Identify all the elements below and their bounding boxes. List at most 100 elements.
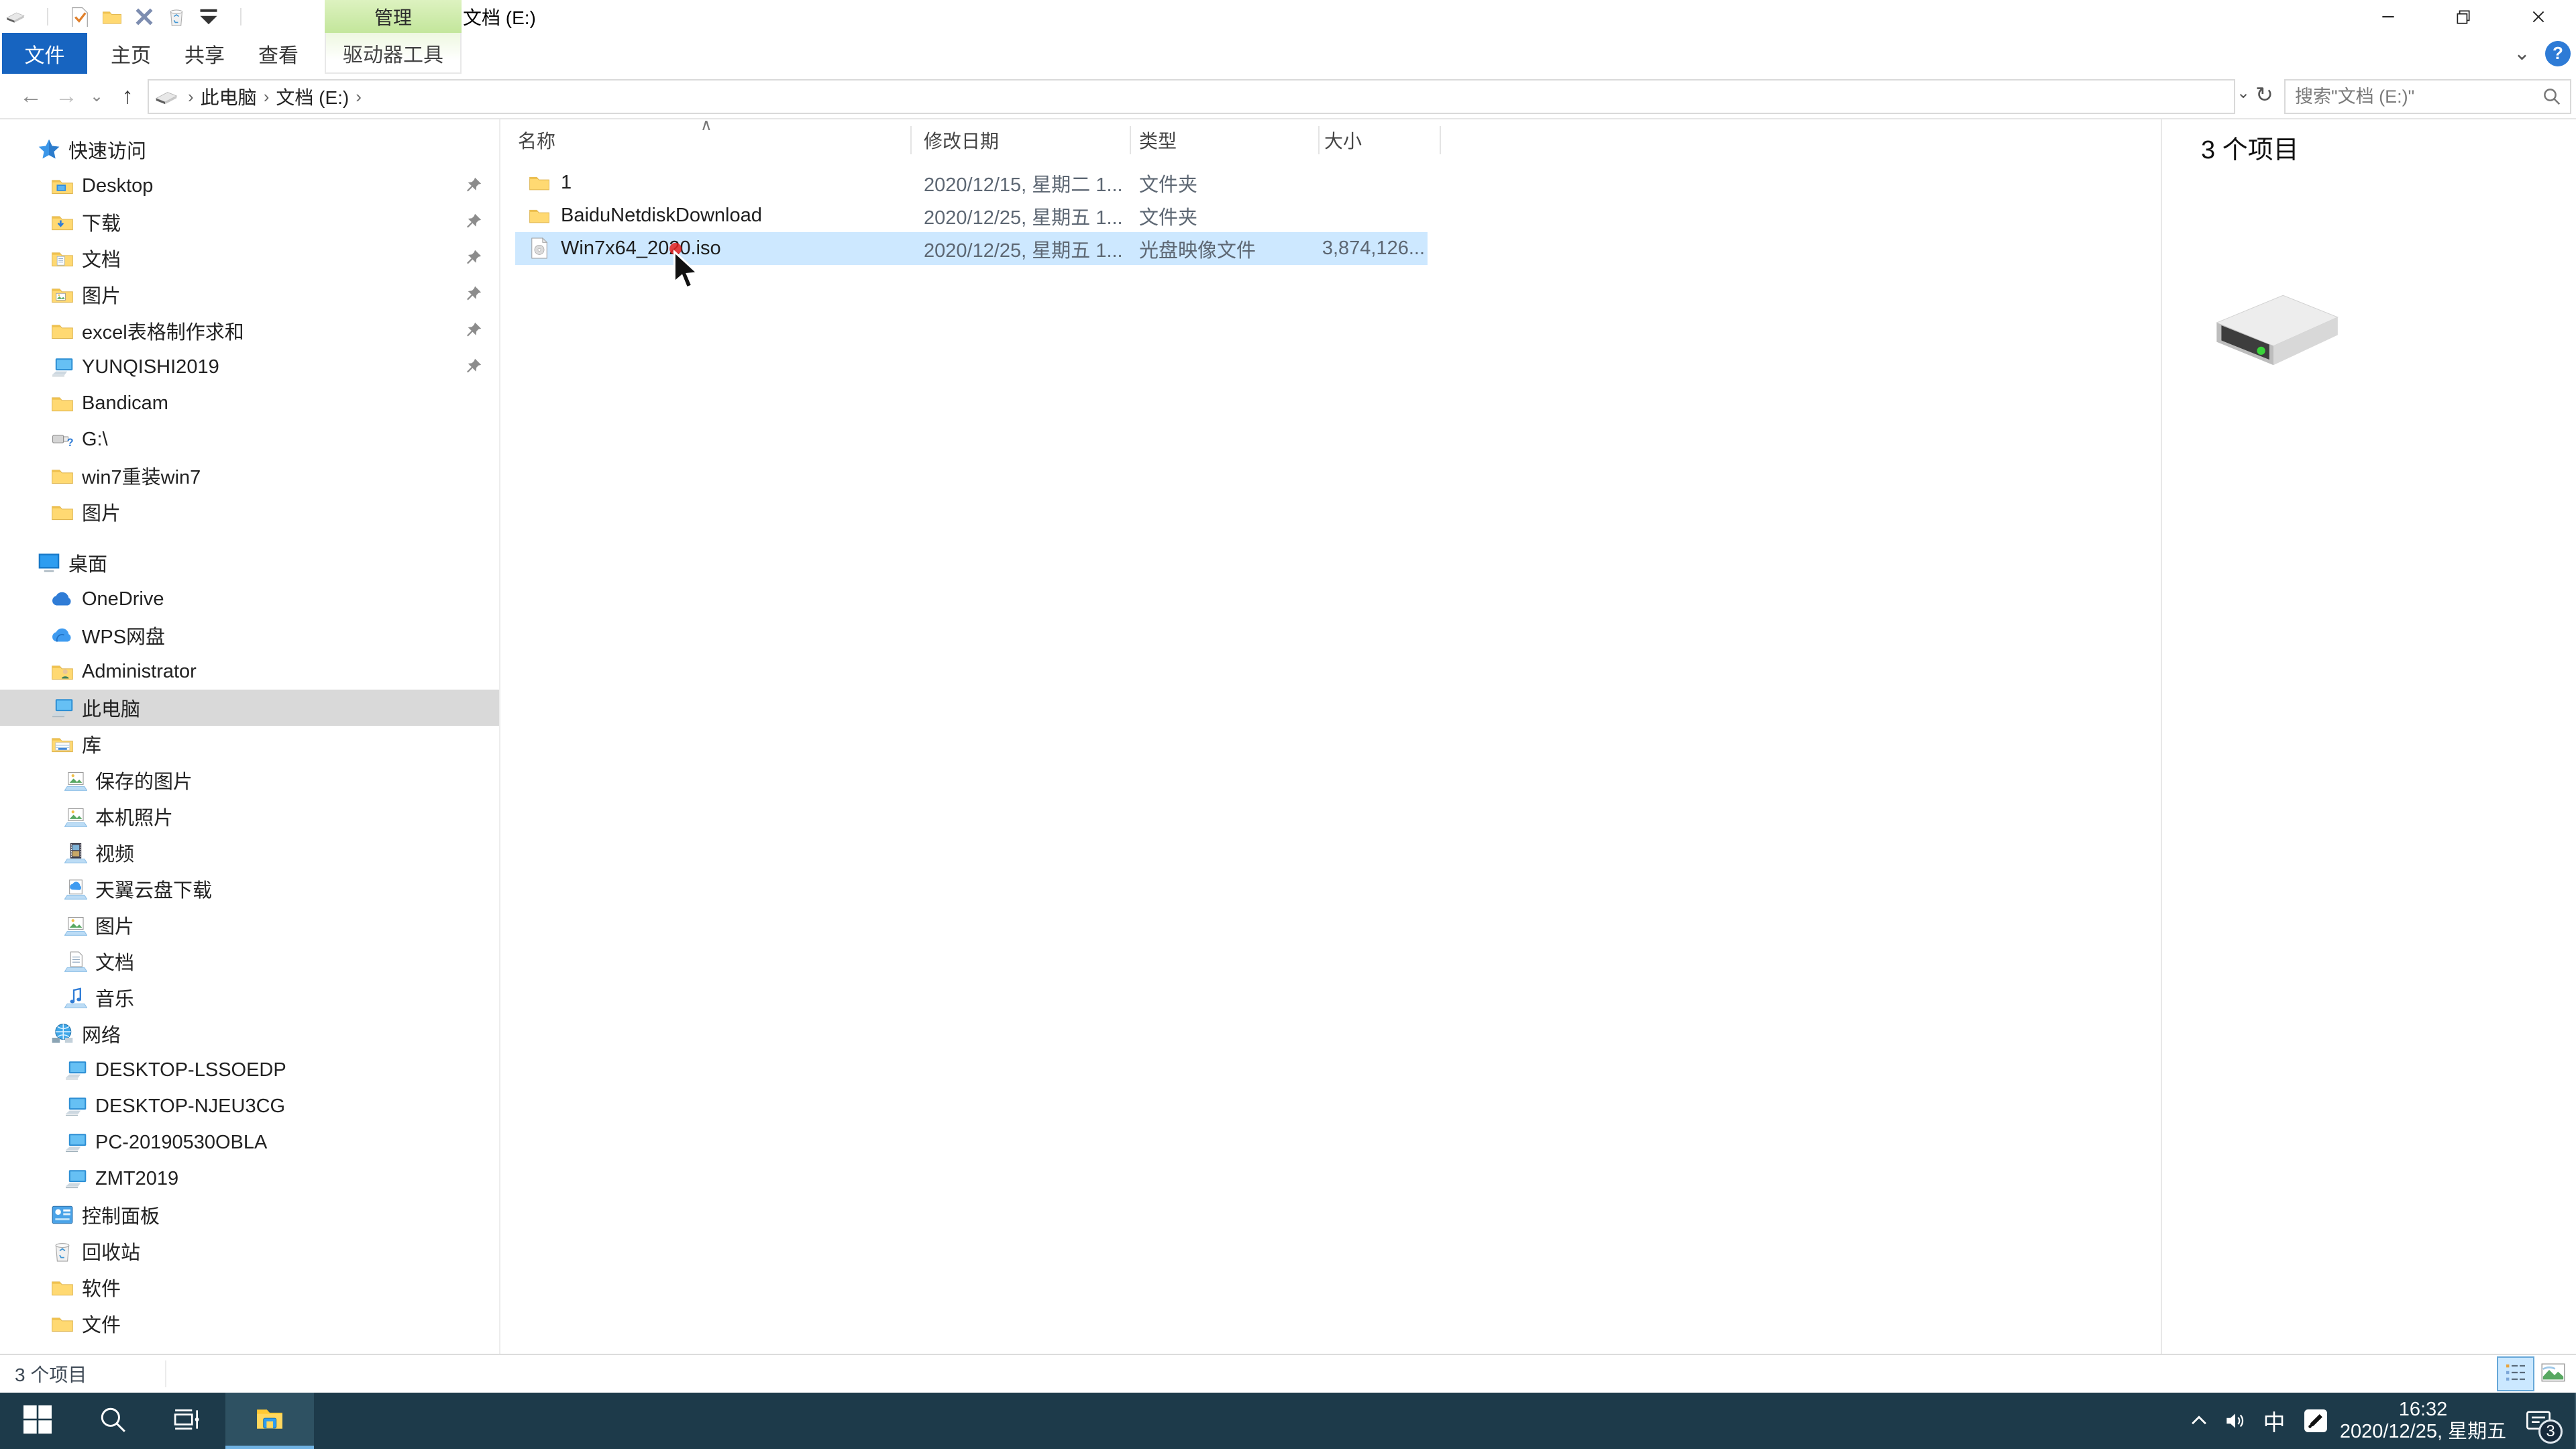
help-button[interactable]: ? <box>2545 40 2571 66</box>
qat-icon[interactable] <box>197 5 220 28</box>
sidebar-item[interactable]: 下载 <box>0 204 499 240</box>
view-toggle-button[interactable] <box>2497 1356 2534 1391</box>
search-icon[interactable] <box>2542 87 2562 107</box>
qat-icon[interactable] <box>229 5 252 28</box>
sidebar-item[interactable]: win7重装win7 <box>0 458 499 494</box>
tab-drive-tools[interactable]: 驱动器工具 <box>325 33 462 74</box>
sidebar-item-icon <box>51 211 74 233</box>
column-header-size[interactable]: 大小 <box>1324 123 1362 157</box>
action-center-icon[interactable]: 3 <box>2509 1393 2568 1449</box>
qat-icon[interactable] <box>36 5 59 28</box>
minimize-button[interactable] <box>2351 0 2426 33</box>
forward-button[interactable]: → <box>50 74 83 118</box>
file-row[interactable]: 1 2020/12/15, 星期二 1... 文件夹 <box>515 166 1428 199</box>
sidebar-item[interactable]: 图片 <box>0 494 499 530</box>
ribbon-tab[interactable]: 共享 <box>168 33 241 74</box>
sidebar-item-icon <box>64 986 88 1009</box>
column-divider[interactable] <box>1318 126 1320 154</box>
sidebar-item[interactable]: 视频 <box>0 835 499 871</box>
sidebar-item[interactable]: 天翼云盘下载 <box>0 871 499 907</box>
column-header-name[interactable]: 名称 <box>518 123 555 157</box>
sidebar-item[interactable]: 音乐 <box>0 979 499 1016</box>
file-row[interactable]: BaiduNetdiskDownload 2020/12/25, 星期五 1..… <box>515 199 1428 232</box>
volume-icon[interactable] <box>2216 1393 2254 1449</box>
sidebar-item[interactable]: 本机照片 <box>0 798 499 835</box>
file-size <box>1273 199 1425 232</box>
sidebar-item[interactable]: Administrator <box>0 653 499 690</box>
qat-icon[interactable] <box>165 5 188 28</box>
taskbar-button-icon <box>174 1405 202 1437</box>
taskbar-button[interactable] <box>0 1393 75 1449</box>
sidebar-item-icon: ? <box>51 428 74 451</box>
sidebar-item[interactable]: Bandicam <box>0 385 499 421</box>
qat-icon[interactable] <box>68 5 91 28</box>
sidebar-item[interactable]: Desktop <box>0 168 499 204</box>
sidebar-item[interactable]: 库 <box>0 726 499 762</box>
recent-locations-icon[interactable]: ⌄ <box>83 74 110 118</box>
close-button[interactable] <box>2501 0 2576 33</box>
sidebar-item[interactable]: 软件 <box>0 1269 499 1305</box>
sidebar-item[interactable]: 文档 <box>0 943 499 979</box>
taskbar-clock[interactable]: 16:32 2020/12/25, 星期五 <box>2337 1399 2509 1443</box>
qat-icon[interactable] <box>133 5 156 28</box>
sidebar-item[interactable]: OneDrive <box>0 581 499 617</box>
sidebar-item[interactable]: excel表格制作求和 <box>0 313 499 349</box>
breadcrumb-chevron[interactable]: › <box>353 87 364 107</box>
restore-button[interactable] <box>2426 0 2501 33</box>
file-row[interactable]: Win7x64_2020.iso 2020/12/25, 星期五 1... 光盘… <box>515 232 1428 265</box>
navigation-pane: 快速访问 Desktop 下载 文档 图片 excel表格制作求和 YUNQIS… <box>0 119 500 1354</box>
sidebar-item-icon <box>51 356 74 378</box>
sidebar-item[interactable]: 快速访问 <box>0 131 499 168</box>
pen-app-icon[interactable] <box>2294 1393 2337 1449</box>
chevron-up-icon[interactable] <box>2182 1393 2216 1449</box>
sidebar-item[interactable]: 文档 <box>0 240 499 276</box>
sidebar-item[interactable]: WPS网盘 <box>0 617 499 653</box>
column-header-date[interactable]: 修改日期 <box>924 123 999 157</box>
qat-icon[interactable] <box>4 5 27 28</box>
address-field[interactable]: › 此电脑 › 文档 (E:) › <box>148 79 2235 114</box>
breadcrumb-chevron[interactable]: › <box>261 87 272 107</box>
sidebar-item[interactable]: 桌面 <box>0 545 499 581</box>
sidebar-item[interactable]: 网络 <box>0 1016 499 1052</box>
sidebar-item[interactable]: DESKTOP-NJEU3CG <box>0 1088 499 1124</box>
taskbar-button[interactable] <box>75 1393 150 1449</box>
taskbar-button-icon <box>99 1405 127 1437</box>
file-list-pane[interactable]: ∧ 名称 修改日期 类型 大小 1 2020/12/15, 星期二 1... 文… <box>502 116 2161 1354</box>
ime-indicator[interactable]: 中 <box>2254 1405 2294 1437</box>
file-name: BaiduNetdiskDownload <box>561 205 762 226</box>
sidebar-item[interactable]: YUNQISHI2019 <box>0 349 499 385</box>
address-dropdown-icon[interactable]: ⌄ <box>2237 83 2250 103</box>
sidebar-item[interactable]: PC-20190530OBLA <box>0 1124 499 1161</box>
refresh-icon[interactable]: ↻ <box>2255 82 2273 107</box>
sidebar-item[interactable]: 回收站 <box>0 1233 499 1269</box>
column-divider[interactable] <box>1130 126 1131 154</box>
file-rows: 1 2020/12/15, 星期二 1... 文件夹 BaiduNetdiskD… <box>502 166 1441 265</box>
sidebar-item[interactable]: ZMT2019 <box>0 1161 499 1197</box>
taskbar-button[interactable] <box>225 1393 314 1449</box>
breadcrumb-drive-e[interactable]: 文档 (E:) <box>272 83 353 110</box>
column-divider[interactable] <box>1440 126 1441 154</box>
sidebar-item[interactable]: 此电脑 <box>0 690 499 726</box>
sidebar-item[interactable]: 图片 <box>0 907 499 943</box>
taskbar-button[interactable] <box>150 1393 225 1449</box>
sidebar-item-icon <box>64 877 88 900</box>
column-divider[interactable] <box>910 126 912 154</box>
view-toggle-button[interactable] <box>2534 1356 2572 1391</box>
quick-access-toolbar <box>4 3 252 31</box>
breadcrumb-this-pc[interactable]: 此电脑 <box>197 83 261 110</box>
up-button[interactable]: ↑ <box>110 74 145 118</box>
ribbon-collapse-icon[interactable]: ⌄ <box>2514 42 2530 65</box>
sidebar-item[interactable]: ? G:\ <box>0 421 499 458</box>
sidebar-item[interactable]: 图片 <box>0 276 499 313</box>
ribbon-tab[interactable]: 查看 <box>241 33 315 74</box>
sidebar-item[interactable]: 控制面板 <box>0 1197 499 1233</box>
ribbon-tab[interactable]: 主页 <box>94 33 168 74</box>
sidebar-item[interactable]: 保存的图片 <box>0 762 499 798</box>
qat-icon[interactable] <box>101 5 123 28</box>
sidebar-item[interactable]: 文件 <box>0 1305 499 1342</box>
search-input[interactable] <box>2286 85 2542 108</box>
column-header-type[interactable]: 类型 <box>1139 123 1177 157</box>
sidebar-item[interactable]: DESKTOP-LSSOEDP <box>0 1052 499 1088</box>
back-button[interactable]: ← <box>12 74 50 118</box>
tab-file[interactable]: 文件 <box>2 33 87 74</box>
